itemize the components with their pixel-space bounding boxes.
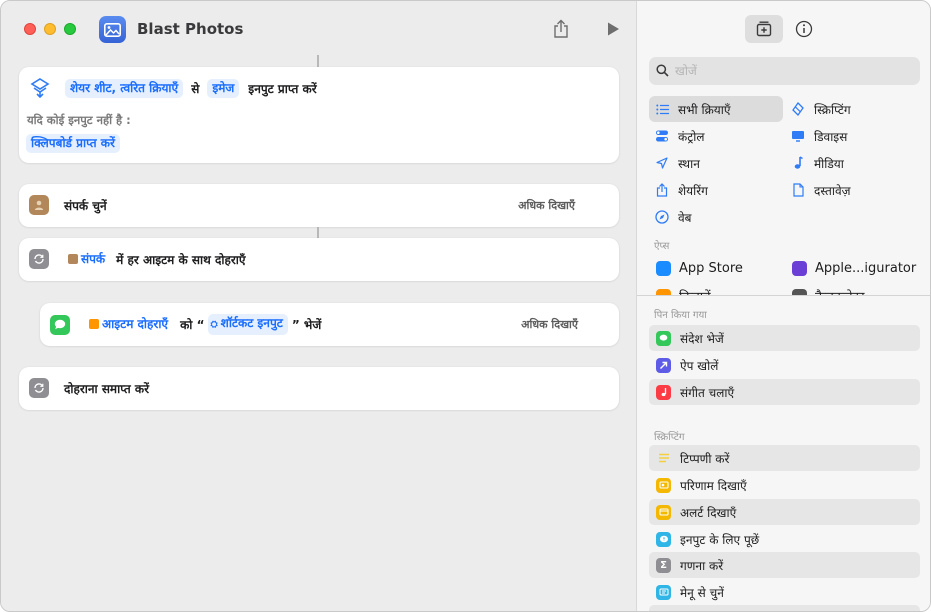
ask-input-icon (656, 531, 671, 547)
close-window-button[interactable] (24, 23, 36, 35)
repeat-item-token[interactable]: आइटम दोहराएँ (87, 315, 174, 334)
minimize-window-button[interactable] (44, 23, 56, 35)
repeat-icon (29, 378, 49, 398)
messages-app-icon (50, 314, 70, 335)
document-icon (789, 183, 807, 197)
shortcuts-window: Blast Photos शेयर शीट, त्वरित क्रियाएँ स… (0, 0, 931, 612)
alert-window-icon (656, 504, 671, 520)
share-button[interactable] (549, 17, 573, 41)
toggle-icon (653, 130, 671, 142)
to-text: को “ (180, 318, 205, 332)
comment-lines-icon (656, 451, 671, 466)
category-location[interactable]: स्थान (653, 150, 700, 176)
layers-icon (30, 78, 50, 99)
receive-input-label: इनपुट प्राप्त करें (248, 81, 317, 96)
scripting-icon (789, 102, 807, 116)
choose-contact-action[interactable]: संपर्क चुनें अधिक दिखाएँ (19, 184, 619, 227)
menu-icon (656, 584, 671, 600)
repeat-icon (29, 249, 49, 269)
category-media[interactable]: मीडिया (789, 150, 844, 176)
pinned-play-music[interactable]: संगीत चलाएँ (649, 379, 920, 405)
category-web[interactable]: वेब (653, 204, 692, 230)
end-repeat-label: दोहराना समाप्त करें (64, 381, 150, 396)
action-library-sidebar: सभी क्रियाएँ स्क्रिप्टिंग कंट्रोल डिवाइस… (636, 1, 930, 611)
pinned-open-app[interactable]: ऐप खोलें (649, 352, 920, 378)
app-calculator[interactable]: कैलकुलेटर (792, 283, 864, 295)
search-icon (656, 64, 669, 77)
zoom-window-button[interactable] (64, 23, 76, 35)
category-scripting[interactable]: स्क्रिप्टिंग (789, 96, 851, 122)
category-sharing[interactable]: शेयरिंग (653, 177, 708, 203)
location-arrow-icon (653, 157, 671, 169)
repeat-each-label: में हर आइटम के साथ दोहराएँ (116, 252, 246, 267)
show-result-icon (656, 477, 671, 493)
action-choose-from-menu[interactable]: मेनू से चुनें (649, 579, 920, 605)
apps-overflow-clip: किताबें कैलकुलेटर (637, 283, 930, 295)
pinned-section-label: पिन किया गया (654, 310, 707, 321)
category-documents[interactable]: दस्तावेज़ (789, 177, 851, 203)
action-connector (317, 227, 319, 238)
category-device[interactable]: डिवाइस (789, 123, 847, 149)
action-ask-for-input[interactable]: इनपुट के लिए पूछें (649, 526, 920, 552)
action-connector (317, 55, 319, 67)
show-more-button[interactable]: अधिक दिखाएँ (518, 198, 575, 213)
compass-icon (653, 210, 671, 224)
display-icon (789, 130, 807, 142)
scripting-section-label: स्क्रिप्टिंग (654, 432, 685, 443)
input-type-token[interactable]: इमेज (207, 78, 240, 98)
send-message-action[interactable]: आइटम दोहराएँ को “ ⛭ शॉर्टकट इनपुट ” भेजें… (40, 303, 619, 346)
fallback-token[interactable]: क्लिपबोर्ड प्राप्त करें (26, 134, 120, 153)
share-icon (653, 183, 671, 197)
repeat-each-action[interactable]: संपर्क में हर आइटम के साथ दोहराएँ (19, 238, 619, 281)
app-store-icon (656, 260, 671, 276)
sidebar-divider (637, 295, 930, 296)
action-library-button[interactable] (745, 15, 783, 43)
receive-input-action[interactable]: शेयर शीट, त्वरित क्रियाएँ से इमेज इनपुट … (19, 67, 619, 163)
app-app-store[interactable]: App Store (656, 255, 743, 281)
music-icon (656, 384, 671, 400)
category-all-actions[interactable]: सभी क्रियाएँ (649, 96, 783, 122)
action-comment[interactable]: टिप्पणी करें (649, 445, 920, 471)
message-bubble-icon (656, 330, 671, 346)
info-icon (795, 20, 813, 38)
search-input[interactable] (675, 64, 905, 78)
contacts-app-icon (29, 195, 49, 215)
end-repeat-action[interactable]: दोहराना समाप्त करें (19, 367, 619, 410)
next-action-row-partial (649, 605, 920, 611)
title-bar: Blast Photos (1, 1, 636, 57)
choose-contact-label: संपर्क चुनें (64, 198, 107, 213)
app-books[interactable]: किताबें (656, 283, 711, 295)
open-arrow-icon (656, 357, 671, 373)
action-calculate[interactable]: Σ गणना करें (649, 552, 920, 578)
category-control[interactable]: कंट्रोल (653, 123, 705, 149)
shortcut-editor: Blast Photos शेयर शीट, त्वरित क्रियाएँ स… (1, 1, 636, 611)
pinned-send-message[interactable]: संदेश भेजें (649, 325, 920, 351)
from-text: से (191, 81, 200, 96)
run-button[interactable] (601, 17, 625, 41)
app-apple-configurator[interactable]: Apple...igurator (792, 255, 916, 281)
apps-section-label: ऐप्स (654, 241, 670, 252)
action-show-alert[interactable]: अलर्ट दिखाएँ (649, 499, 920, 525)
shortcut-title[interactable]: Blast Photos (137, 20, 243, 38)
if-no-input-label: यदि कोई इनपुट नहीं है : (27, 113, 131, 127)
sigma-icon: Σ (656, 557, 671, 573)
share-icon (554, 19, 568, 38)
add-action-icon (756, 21, 772, 37)
play-icon (608, 22, 619, 36)
send-label: ” भेजें (291, 318, 322, 332)
show-more-button[interactable]: अधिक दिखाएँ (521, 317, 578, 332)
search-field[interactable] (649, 57, 920, 85)
apple-configurator-icon (792, 260, 807, 276)
details-button[interactable] (785, 15, 823, 43)
list-icon (653, 104, 671, 115)
shortcut-input-token[interactable]: ⛭ शॉर्टकट इनपुट (208, 314, 288, 335)
action-show-result[interactable]: परिणाम दिखाएँ (649, 472, 920, 498)
music-note-icon (789, 156, 807, 170)
repeat-input-token[interactable]: संपर्क (66, 249, 111, 269)
shortcut-icon[interactable] (99, 16, 126, 43)
input-source-token[interactable]: शेयर शीट, त्वरित क्रियाएँ (65, 78, 184, 98)
